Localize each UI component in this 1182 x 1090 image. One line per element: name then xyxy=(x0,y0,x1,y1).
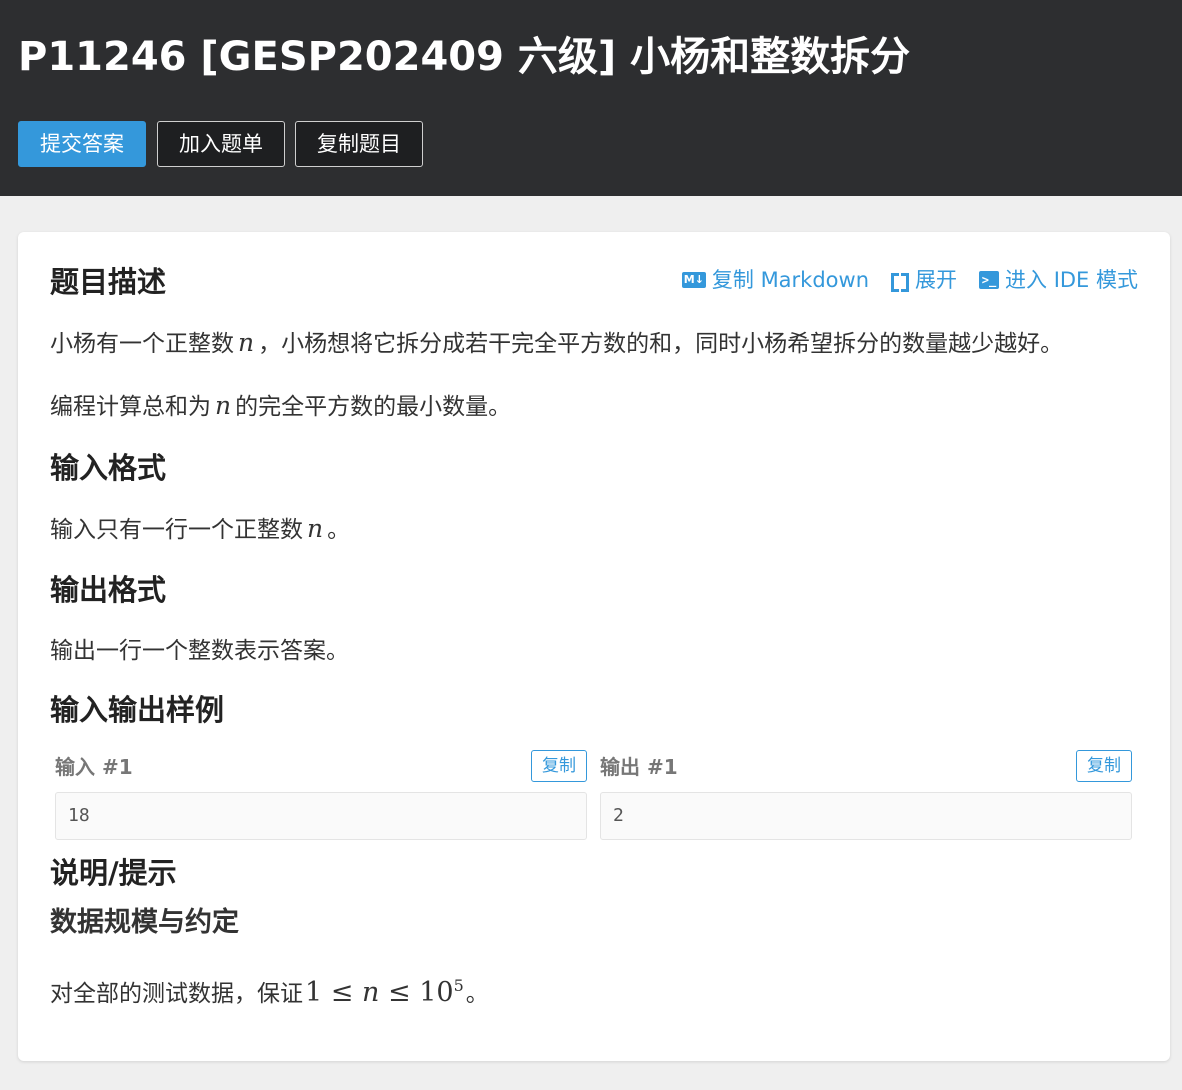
math-operator: ≤ xyxy=(330,977,354,1008)
description-text: ，小杨想将它拆分成若干完全平方数的和，同时小杨希望拆分的数量越少越好。 xyxy=(258,331,1064,357)
input-format-segment: 输入只有一行一个正整数 xyxy=(50,517,303,543)
markdown-icon: M↓ xyxy=(681,272,706,288)
hint-heading: 说明/提示 xyxy=(50,856,177,890)
ide-mode-label: 进入 IDE 模式 xyxy=(1005,268,1138,292)
math-constraint: 1 ≤ n ≤ 105 xyxy=(303,976,466,1008)
description-text: 的完全平方数的最小数量。 xyxy=(235,394,512,420)
ide-mode-button[interactable]: >_ 进入 IDE 模式 xyxy=(979,266,1138,294)
copy-problem-button[interactable]: 复制题目 xyxy=(295,121,423,167)
description-heading: 题目描述 xyxy=(50,265,167,299)
sample-input-label: 输入 #1 xyxy=(55,755,133,779)
constraints-text: 对全部的测试数据，保证1 ≤ n ≤ 105。 xyxy=(50,969,489,1011)
math-exponent: 5 xyxy=(453,976,464,995)
add-to-list-button[interactable]: 加入题单 xyxy=(157,121,285,167)
description-paragraph-1: 小杨有一个正整数 n ，小杨想将它拆分成若干完全平方数的和，同时小杨希望拆分的数量越… xyxy=(50,326,1063,361)
input-format-text: 输入只有一行一个正整数 n。 xyxy=(50,512,350,547)
math-variable: n xyxy=(238,328,255,357)
copy-input-button[interactable]: 复制 xyxy=(531,750,587,782)
sample-output-box[interactable]: 2 xyxy=(600,792,1132,840)
problem-toolbar: M↓ 复制 Markdown 展开 >_ 进入 IDE 模式 xyxy=(681,266,1138,294)
copy-output-button[interactable]: 复制 xyxy=(1076,750,1132,782)
data-constraints-heading: 数据规模与约定 xyxy=(50,907,239,938)
problem-card: M↓ 复制 Markdown 展开 >_ 进入 IDE 模式 题目描述 小杨有一… xyxy=(18,232,1170,1061)
input-format-segment: 。 xyxy=(327,517,351,543)
expand-label: 展开 xyxy=(915,268,958,292)
copy-markdown-button[interactable]: M↓ 复制 Markdown xyxy=(681,266,870,294)
output-format-heading: 输出格式 xyxy=(50,573,167,607)
math-variable: n xyxy=(215,391,232,420)
expand-icon xyxy=(891,271,910,292)
constraints-segment: 对全部的测试数据，保证 xyxy=(50,981,303,1007)
description-paragraph-2: 编程计算总和为 n 的完全平方数的最小数量。 xyxy=(50,389,511,424)
expand-button[interactable]: 展开 xyxy=(891,266,957,294)
sample-input-box[interactable]: 18 xyxy=(55,792,587,840)
description-text: 小杨有一个正整数 xyxy=(50,331,234,357)
problem-header: P11246 [GESP202409 六级] 小杨和整数拆分 提交答案 加入题单… xyxy=(0,0,1182,196)
math-variable: n xyxy=(307,514,324,543)
samples-heading: 输入输出样例 xyxy=(50,693,225,727)
constraints-segment: 。 xyxy=(465,981,489,1007)
problem-title: P11246 [GESP202409 六级] 小杨和整数拆分 xyxy=(18,34,911,80)
terminal-icon: >_ xyxy=(979,271,1000,289)
input-format-heading: 输入格式 xyxy=(50,451,167,485)
description-text: 编程计算总和为 xyxy=(50,394,211,420)
math-number: 10 xyxy=(419,977,454,1008)
sample-output-label: 输出 #1 xyxy=(600,755,678,779)
submit-answer-button[interactable]: 提交答案 xyxy=(18,121,146,167)
output-format-text: 输出一行一个整数表示答案。 xyxy=(50,638,349,664)
math-operator: ≤ xyxy=(387,977,411,1008)
copy-markdown-label: 复制 Markdown xyxy=(711,268,870,292)
math-variable: n xyxy=(362,977,380,1008)
math-number: 1 xyxy=(305,977,323,1008)
